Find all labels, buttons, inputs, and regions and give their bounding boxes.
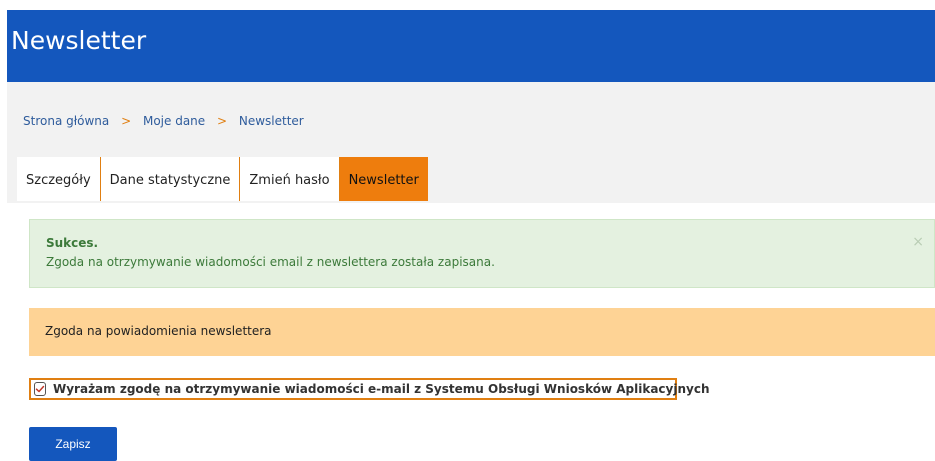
tab-details[interactable]: Szczegóły	[17, 157, 101, 201]
page-title: Newsletter	[11, 26, 147, 55]
checkmark-icon	[35, 385, 45, 393]
tab-content: Sukces. Zgoda na otrzymywanie wiadomości…	[7, 203, 935, 461]
close-icon[interactable]: ×	[912, 234, 924, 250]
breadcrumb-current: Newsletter	[238, 114, 304, 128]
consent-label: Wyrażam zgodę na otrzymywanie wiadomości…	[53, 382, 710, 396]
success-alert-title: Sukces.	[46, 236, 99, 250]
breadcrumb-my-data-link[interactable]: Moje dane	[143, 114, 205, 128]
tab-change-password[interactable]: Zmień hasło	[240, 157, 340, 201]
breadcrumb-home-link[interactable]: Strona główna	[23, 114, 109, 128]
tab-statistics[interactable]: Dane statystyczne	[100, 157, 241, 201]
breadcrumb-separator: >	[216, 114, 228, 128]
success-alert-text: Zgoda na otrzymywanie wiadomości email z…	[46, 255, 495, 269]
breadcrumb: Strona główna > Moje dane > Newsletter	[23, 114, 304, 128]
page: Newsletter Strona główna > Moje dane > N…	[7, 10, 935, 461]
newsletter-consent-info-text: Zgoda na powiadomienia newslettera	[45, 324, 272, 338]
success-alert: Sukces. Zgoda na otrzymywanie wiadomości…	[29, 219, 935, 288]
consent-checkbox[interactable]	[34, 382, 46, 396]
tab-newsletter[interactable]: Newsletter	[339, 157, 428, 201]
tab-bar: Szczegóły Dane statystyczne Zmień hasło …	[17, 157, 428, 201]
consent-checkbox-row[interactable]: Wyrażam zgodę na otrzymywanie wiadomości…	[29, 378, 710, 400]
breadcrumb-separator: >	[121, 114, 132, 128]
page-header: Newsletter	[7, 10, 935, 82]
save-button[interactable]: Zapisz	[29, 427, 117, 461]
newsletter-consent-info: Zgoda na powiadomienia newslettera	[29, 308, 935, 356]
